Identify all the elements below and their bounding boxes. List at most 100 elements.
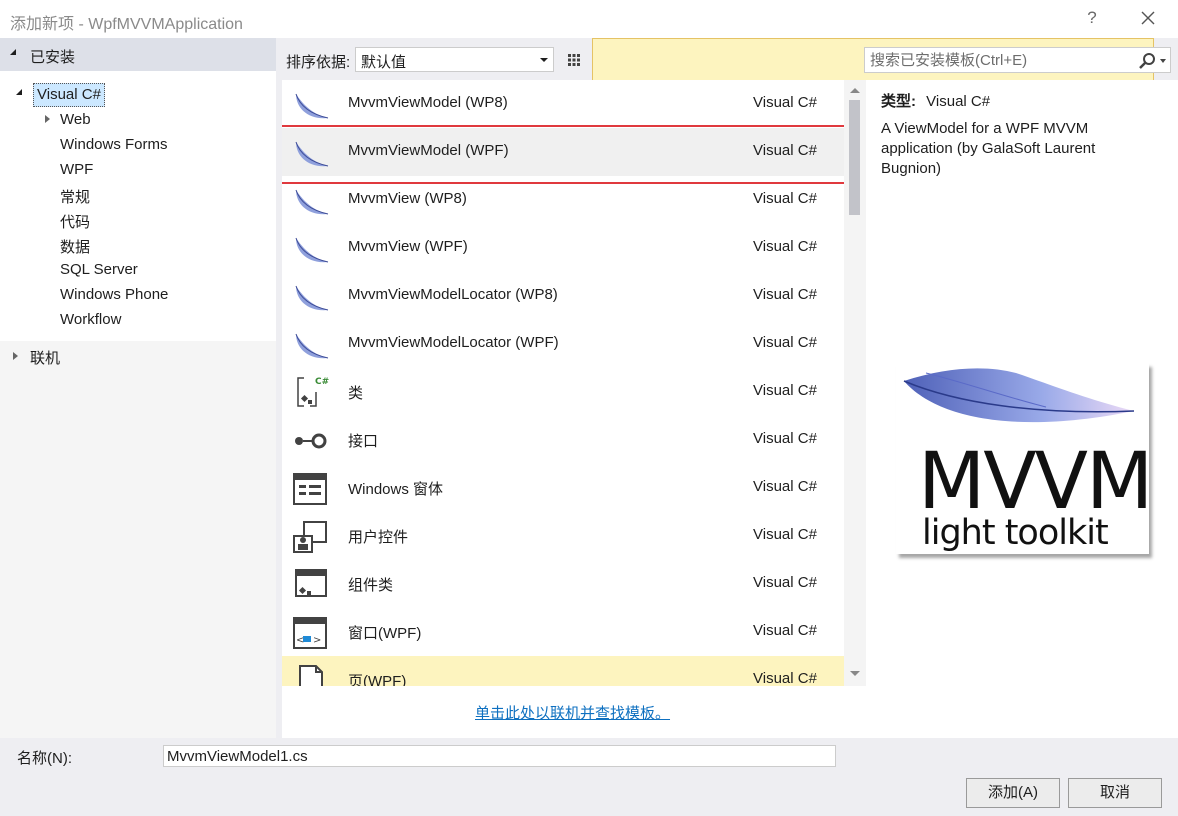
template-row[interactable]: 接口 Visual C# xyxy=(282,416,844,464)
template-description: A ViewModel for a WPF MVVM application (… xyxy=(881,120,1096,177)
template-name: MvvmViewModelLocator (WP8) xyxy=(348,286,558,303)
template-language: Visual C# xyxy=(753,622,817,639)
category-tree: Visual C# Web Windows Forms WPF 常规 代码 数据… xyxy=(0,71,276,341)
template-name: MvvmViewModel (WPF) xyxy=(348,142,509,159)
installed-label: 已安装 xyxy=(30,49,76,66)
template-row[interactable]: 用户控件 Visual C# xyxy=(282,512,844,560)
sort-dropdown[interactable]: 默认值 xyxy=(355,47,554,72)
title-bar: 添加新项 - WpfMVVMApplication ? xyxy=(0,0,1178,38)
class-icon: C# xyxy=(297,375,329,407)
feather-icon xyxy=(295,189,329,215)
cancel-button[interactable]: 取消 xyxy=(1068,778,1162,808)
find-templates-online-link[interactable]: 单击此处以联机并查找模板。 xyxy=(475,702,670,723)
scroll-down-icon[interactable] xyxy=(850,671,860,676)
scrollbar-thumb[interactable] xyxy=(849,100,860,215)
scroll-up-icon[interactable] xyxy=(850,88,860,93)
template-language: Visual C# xyxy=(753,526,817,543)
template-list-scrollbar[interactable] xyxy=(844,80,866,686)
template-row[interactable]: Windows 窗体 Visual C# xyxy=(282,464,844,512)
close-icon[interactable] xyxy=(1134,4,1162,32)
chevron-down-icon[interactable] xyxy=(1160,59,1166,63)
feather-icon xyxy=(295,285,329,311)
template-list: MvvmViewModel (WP8) Visual C# MvvmViewMo… xyxy=(282,80,844,686)
add-button[interactable]: 添加(A) xyxy=(966,778,1060,808)
template-name: MvvmViewModel (WP8) xyxy=(348,94,508,111)
chevron-down-icon xyxy=(540,58,548,62)
template-toolbar: 排序依据: 默认值 xyxy=(276,38,1154,644)
feather-icon xyxy=(295,237,329,263)
category-panel: 已安装 Visual C# Web Windows Forms WPF 常规 代… xyxy=(0,38,276,738)
template-language: Visual C# xyxy=(753,94,817,111)
feather-icon: MVVM light toolkit xyxy=(903,368,1149,553)
expand-arrow-icon[interactable] xyxy=(13,352,18,360)
interface-icon xyxy=(295,433,327,449)
feather-icon xyxy=(295,333,329,359)
template-language: Visual C# xyxy=(753,190,817,207)
template-name: 接口 xyxy=(348,433,379,450)
tree-item-general[interactable]: 常规 xyxy=(60,186,90,207)
collapse-arrow-icon[interactable] xyxy=(10,49,16,55)
template-list-area: MvvmViewModel (WP8) Visual C# MvvmViewMo… xyxy=(282,80,866,738)
template-row[interactable]: 页(WPF) Visual C# xyxy=(282,656,844,686)
template-language: Visual C# xyxy=(753,478,817,495)
svg-text:>: > xyxy=(313,635,321,646)
template-row[interactable]: MvvmViewModelLocator (WPF) Visual C# xyxy=(282,320,844,368)
template-name: MvvmView (WP8) xyxy=(348,190,467,207)
help-button[interactable]: ? xyxy=(1082,8,1102,28)
installed-header[interactable]: 已安装 xyxy=(0,38,276,71)
template-language: Visual C# xyxy=(753,670,817,686)
logo-subtitle: light toolkit xyxy=(922,513,1108,553)
tree-item-wpf[interactable]: WPF xyxy=(60,161,93,178)
feather-icon xyxy=(295,93,329,119)
template-name: 组件类 xyxy=(348,577,394,594)
template-row-selected[interactable]: MvvmViewModel (WPF) Visual C# xyxy=(282,128,844,176)
template-row[interactable]: MvvmView (WP8) Visual C# xyxy=(282,176,844,224)
template-row[interactable]: MvvmView (WPF) Visual C# xyxy=(282,224,844,272)
template-row[interactable]: C# 类 Visual C# xyxy=(282,368,844,416)
component-class-icon xyxy=(295,569,327,597)
expand-arrow-icon[interactable] xyxy=(45,115,50,123)
tree-item-visual-csharp[interactable]: Visual C# xyxy=(33,83,105,107)
search-icon[interactable] xyxy=(1137,51,1157,71)
tree-item-data[interactable]: 数据 xyxy=(60,236,90,257)
online-label: 联机 xyxy=(30,350,61,367)
template-row[interactable]: MvvmViewModel (WP8) Visual C# xyxy=(282,80,844,128)
tree-item-windows-phone[interactable]: Windows Phone xyxy=(60,286,168,303)
template-row[interactable]: < > 窗口(WPF) Visual C# xyxy=(282,608,844,656)
window-title: 添加新项 - WpfMVVMApplication xyxy=(10,16,243,33)
type-value: Visual C# xyxy=(926,93,991,110)
wpf-page-icon xyxy=(299,665,323,686)
wpf-window-icon: < > xyxy=(293,617,327,649)
svg-text:C#: C# xyxy=(315,377,329,387)
user-control-icon xyxy=(293,521,327,553)
template-type: 类型: Visual C# xyxy=(881,90,990,111)
template-name: Windows 窗体 xyxy=(348,481,444,498)
mvvm-light-logo: MVVM light toolkit xyxy=(896,363,1149,554)
type-key: 类型: xyxy=(881,93,916,110)
template-name: 页(WPF) xyxy=(348,673,407,686)
search-box[interactable] xyxy=(864,47,1171,73)
grid-view-icon[interactable] xyxy=(561,47,587,73)
tree-item-code[interactable]: 代码 xyxy=(60,211,90,232)
template-row[interactable]: MvvmViewModelLocator (WP8) Visual C# xyxy=(282,272,844,320)
template-name: 用户控件 xyxy=(348,529,409,546)
template-name: 类 xyxy=(348,385,364,402)
sort-value: 默认值 xyxy=(361,54,407,71)
template-language: Visual C# xyxy=(753,142,817,159)
template-name: MvvmViewModelLocator (WPF) xyxy=(348,334,559,351)
tree-item-online[interactable]: 联机 xyxy=(0,341,276,371)
tree-item-workflow[interactable]: Workflow xyxy=(60,311,121,328)
template-language: Visual C# xyxy=(753,430,817,447)
template-language: Visual C# xyxy=(753,574,817,591)
expand-arrow-icon[interactable] xyxy=(16,89,22,95)
tree-item-web[interactable]: Web xyxy=(60,111,91,128)
search-input[interactable] xyxy=(870,50,1130,70)
name-field[interactable] xyxy=(163,745,836,767)
template-language: Visual C# xyxy=(753,334,817,351)
dialog-footer: 名称(N): 添加(A) 取消 xyxy=(0,738,1178,816)
template-language: Visual C# xyxy=(753,286,817,303)
tree-item-windows-forms[interactable]: Windows Forms xyxy=(60,136,168,153)
tree-item-sql-server[interactable]: SQL Server xyxy=(60,261,138,278)
template-row[interactable]: 组件类 Visual C# xyxy=(282,560,844,608)
sort-label: 排序依据: xyxy=(286,54,351,71)
